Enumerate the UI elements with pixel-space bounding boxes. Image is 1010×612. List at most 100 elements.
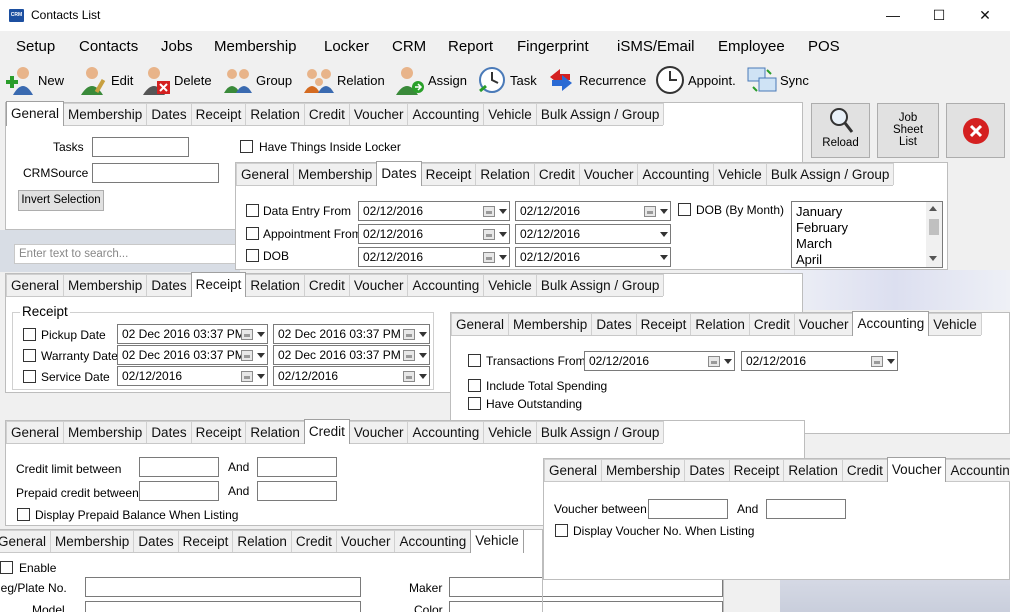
crmsource-field[interactable] — [92, 163, 219, 183]
tab-bulk-assign[interactable]: Bulk Assign / Group — [535, 274, 665, 296]
tab-general[interactable]: General — [236, 163, 295, 185]
data-entry-checkbox[interactable] — [246, 204, 259, 217]
tab-credit[interactable]: Credit — [841, 459, 888, 481]
dob-from-date[interactable]: 02/12/2016 — [358, 247, 510, 267]
service-checkbox[interactable] — [23, 370, 36, 383]
total-spending-checkbox[interactable] — [468, 379, 481, 392]
tab-vehicle[interactable]: Vehicle — [928, 313, 982, 335]
tab-dates[interactable]: Dates — [146, 421, 192, 443]
tab-accounting[interactable]: Accounting — [945, 459, 1010, 481]
menu-locker[interactable]: Locker — [324, 38, 369, 55]
credit-limit-to-field[interactable] — [257, 457, 337, 477]
service-to-date[interactable]: 02/12/2016 — [273, 366, 430, 386]
tab-voucher[interactable]: Voucher — [886, 457, 947, 482]
transactions-checkbox[interactable] — [468, 354, 481, 367]
transactions-to-date[interactable]: 02/12/2016 — [741, 351, 898, 371]
assign-button[interactable]: Assign — [395, 64, 467, 96]
tab-relation[interactable]: Relation — [232, 530, 292, 552]
tab-bulk-assign[interactable]: Bulk Assign / Group — [765, 163, 895, 185]
tab-dates[interactable]: Dates — [146, 103, 192, 125]
credit-limit-from-field[interactable] — [139, 457, 219, 477]
list-item[interactable]: January — [796, 204, 848, 220]
tab-credit[interactable]: Credit — [748, 313, 795, 335]
search-input[interactable]: Enter text to search... — [14, 244, 238, 264]
tab-credit[interactable]: Credit — [303, 419, 350, 444]
task-button[interactable]: Task — [477, 64, 537, 96]
menu-jobs[interactable]: Jobs — [161, 38, 193, 55]
display-voucher-checkbox[interactable] — [555, 524, 568, 537]
list-item[interactable]: February — [796, 220, 848, 236]
reload-button[interactable]: Reload — [811, 103, 870, 158]
voucher-from-field[interactable] — [648, 499, 728, 519]
tab-voucher[interactable]: Voucher — [578, 163, 639, 185]
job-sheet-list-button[interactable]: Job Sheet List — [877, 103, 939, 158]
tab-dates[interactable]: Dates — [684, 459, 730, 481]
tab-voucher[interactable]: Voucher — [348, 274, 409, 296]
cancel-filter-button[interactable] — [946, 103, 1005, 158]
menu-setup[interactable]: Setup — [16, 38, 55, 55]
delete-button[interactable]: Delete — [141, 64, 212, 96]
tab-relation[interactable]: Relation — [783, 459, 843, 481]
dob-checkbox[interactable] — [246, 249, 259, 262]
tab-bulk-assign[interactable]: Bulk Assign / Group — [535, 103, 665, 125]
tab-voucher[interactable]: Voucher — [335, 530, 396, 552]
tab-accounting[interactable]: Accounting — [407, 274, 485, 296]
menu-fingerprint[interactable]: Fingerprint — [517, 38, 589, 55]
month-listbox[interactable]: January February March April — [791, 201, 943, 268]
appointment-from-date[interactable]: 02/12/2016 — [358, 224, 510, 244]
prepaid-to-field[interactable] — [257, 481, 337, 501]
tab-credit[interactable]: Credit — [290, 530, 337, 552]
tab-accounting[interactable]: Accounting — [407, 103, 485, 125]
tab-receipt[interactable]: Receipt — [177, 530, 234, 552]
pickup-checkbox[interactable] — [23, 328, 36, 341]
tab-voucher[interactable]: Voucher — [348, 103, 409, 125]
maker-field[interactable] — [449, 577, 542, 597]
tab-relation[interactable]: Relation — [245, 421, 305, 443]
tab-receipt[interactable]: Receipt — [420, 163, 477, 185]
tasks-field[interactable] — [92, 137, 189, 157]
tab-vehicle[interactable]: Vehicle — [483, 421, 537, 443]
locker-checkbox[interactable] — [240, 140, 253, 153]
sync-button[interactable]: Sync — [747, 64, 809, 96]
minimize-button[interactable]: — — [870, 0, 916, 31]
tab-dates[interactable]: Dates — [376, 161, 422, 186]
color-field-extension[interactable] — [543, 601, 723, 612]
list-item[interactable]: March — [796, 236, 848, 252]
voucher-to-field[interactable] — [766, 499, 846, 519]
color-field[interactable] — [449, 601, 542, 612]
tab-voucher[interactable]: Voucher — [793, 313, 854, 335]
tab-general[interactable]: General — [6, 274, 65, 296]
menu-report[interactable]: Report — [448, 38, 493, 55]
tab-dates[interactable]: Dates — [146, 274, 192, 296]
tab-voucher[interactable]: Voucher — [348, 421, 409, 443]
warranty-to-date[interactable]: 02 Dec 2016 03:37 PM — [273, 345, 430, 365]
tab-membership[interactable]: Membership — [63, 421, 148, 443]
tab-accounting[interactable]: Accounting — [407, 421, 485, 443]
tab-receipt[interactable]: Receipt — [635, 313, 692, 335]
tab-vehicle[interactable]: Vehicle — [483, 103, 537, 125]
new-button[interactable]: New — [5, 64, 64, 96]
tab-accounting[interactable]: Accounting — [637, 163, 715, 185]
tab-receipt[interactable]: Receipt — [190, 421, 247, 443]
tab-credit[interactable]: Credit — [533, 163, 580, 185]
transactions-from-date[interactable]: 02/12/2016 — [584, 351, 735, 371]
tab-relation[interactable]: Relation — [690, 313, 750, 335]
appointment-button[interactable]: Appoint. — [655, 64, 736, 96]
tab-relation[interactable]: Relation — [245, 103, 305, 125]
tab-general[interactable]: General — [6, 101, 65, 126]
tab-vehicle[interactable]: Vehicle — [713, 163, 767, 185]
relation-button[interactable]: Relation — [304, 64, 385, 96]
tab-receipt[interactable]: Receipt — [728, 459, 785, 481]
appointment-to-date[interactable]: 02/12/2016 — [515, 224, 671, 244]
tab-general[interactable]: General — [451, 313, 510, 335]
tab-membership[interactable]: Membership — [293, 163, 378, 185]
tab-membership[interactable]: Membership — [601, 459, 686, 481]
tab-vehicle[interactable]: Vehicle — [470, 530, 524, 553]
list-item[interactable]: April — [796, 252, 848, 267]
menu-contacts[interactable]: Contacts — [79, 38, 138, 55]
tab-accounting[interactable]: Accounting — [852, 311, 930, 336]
scrollbar-thumb[interactable] — [929, 219, 939, 235]
pickup-from-date[interactable]: 02 Dec 2016 03:37 PM — [117, 324, 268, 344]
enable-checkbox[interactable] — [0, 561, 13, 574]
tab-membership[interactable]: Membership — [63, 103, 148, 125]
